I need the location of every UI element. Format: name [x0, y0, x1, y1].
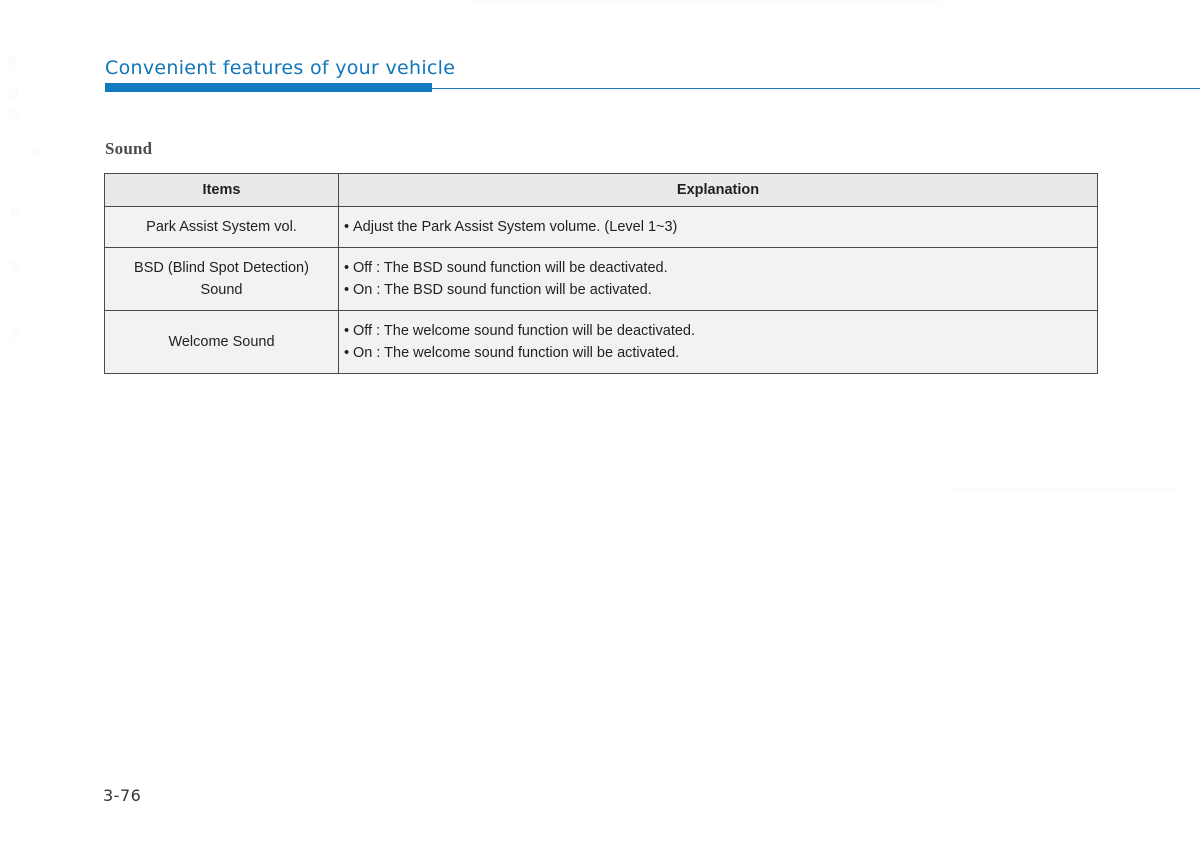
bullet-text: Off : The welcome sound function will be… — [353, 323, 696, 339]
bullet-text: Off : The BSD sound function will be dea… — [353, 260, 668, 276]
page-number: 3-76 — [103, 786, 142, 805]
bullet-dot-icon: • — [344, 282, 350, 298]
table-row: Welcome Sound • Off : The welcome sound f… — [104, 310, 1098, 374]
table-header-row: Items Explanation — [104, 173, 1098, 207]
row-item-bsd-sound-line2: Sound — [200, 282, 243, 298]
bullet-line: • Adjust the Park Assist System volume. (… — [344, 216, 1087, 238]
ghost-text-line-1: .. .... .... .... .... . — [108, 106, 243, 121]
column-header-items: Items — [104, 173, 339, 207]
bullet-line: • On : The BSD sound function will be act… — [344, 279, 1087, 301]
row-item-welcome-sound: Welcome Sound — [104, 310, 339, 374]
bullet-text: Adjust the Park Assist System volume. (L… — [353, 219, 678, 235]
ghost-text-line-4: .. .. .. .. .. .. — [112, 494, 208, 509]
scan-artifact-right-band — [955, 488, 1177, 492]
bullet-line: • On : The welcome sound function will be… — [344, 342, 1087, 364]
section-heading: Sound — [105, 139, 153, 158]
header-rule — [105, 83, 1200, 92]
table-row: BSD (Blind Spot Detection) Sound • Off : … — [104, 247, 1098, 311]
ghost-text-line-3: .. .. .. .. .. — [112, 415, 191, 430]
scan-artifact-margin-1 — [8, 55, 17, 71]
bullet-line: • Off : The welcome sound function will b… — [344, 320, 1087, 342]
table-row: Park Assist System vol. • Adjust the Park… — [104, 206, 1098, 248]
bullet-line: • Off : The BSD sound function will be de… — [344, 257, 1087, 279]
scan-artifact-margin-7 — [11, 330, 19, 339]
row-item-bsd-sound: BSD (Blind Spot Detection) Sound — [104, 247, 339, 311]
scan-artifact-margin-6 — [11, 260, 19, 269]
row-explanation-bsd-sound: • Off : The BSD sound function will be de… — [338, 247, 1098, 311]
row-explanation-welcome-sound: • Off : The welcome sound function will b… — [338, 310, 1098, 374]
ghost-text-line-2: .. .... .... .... — [112, 394, 208, 409]
bullet-dot-icon: • — [344, 345, 350, 361]
scan-artifact-margin-4 — [32, 148, 42, 158]
row-item-bsd-sound-line1: BSD (Blind Spot Detection) — [134, 260, 309, 276]
scan-artifact-margin-2 — [9, 88, 18, 99]
scan-artifact-margin-5 — [10, 207, 19, 216]
page-header: Convenient features of your vehicle — [105, 56, 1200, 92]
page-title: Convenient features of your vehicle — [105, 57, 456, 79]
scan-artifact-top — [472, 0, 940, 4]
row-explanation-park-assist: • Adjust the Park Assist System volume. (… — [338, 206, 1098, 248]
bullet-text: On : The BSD sound function will be acti… — [353, 282, 652, 298]
bullet-dot-icon: • — [344, 323, 350, 339]
bullet-dot-icon: • — [344, 219, 350, 235]
sound-settings-table: Items Explanation Park Assist System vol… — [104, 173, 1098, 374]
row-item-park-assist: Park Assist System vol. — [104, 206, 339, 248]
bullet-text: On : The welcome sound function will be … — [353, 345, 680, 361]
ghost-text-line-5: .. .. .. .. .. — [112, 594, 191, 609]
header-rule-accent-bar — [105, 83, 432, 92]
bullet-dot-icon: • — [344, 260, 350, 276]
column-header-explanation: Explanation — [338, 173, 1098, 207]
scan-artifact-margin-3 — [9, 108, 19, 119]
